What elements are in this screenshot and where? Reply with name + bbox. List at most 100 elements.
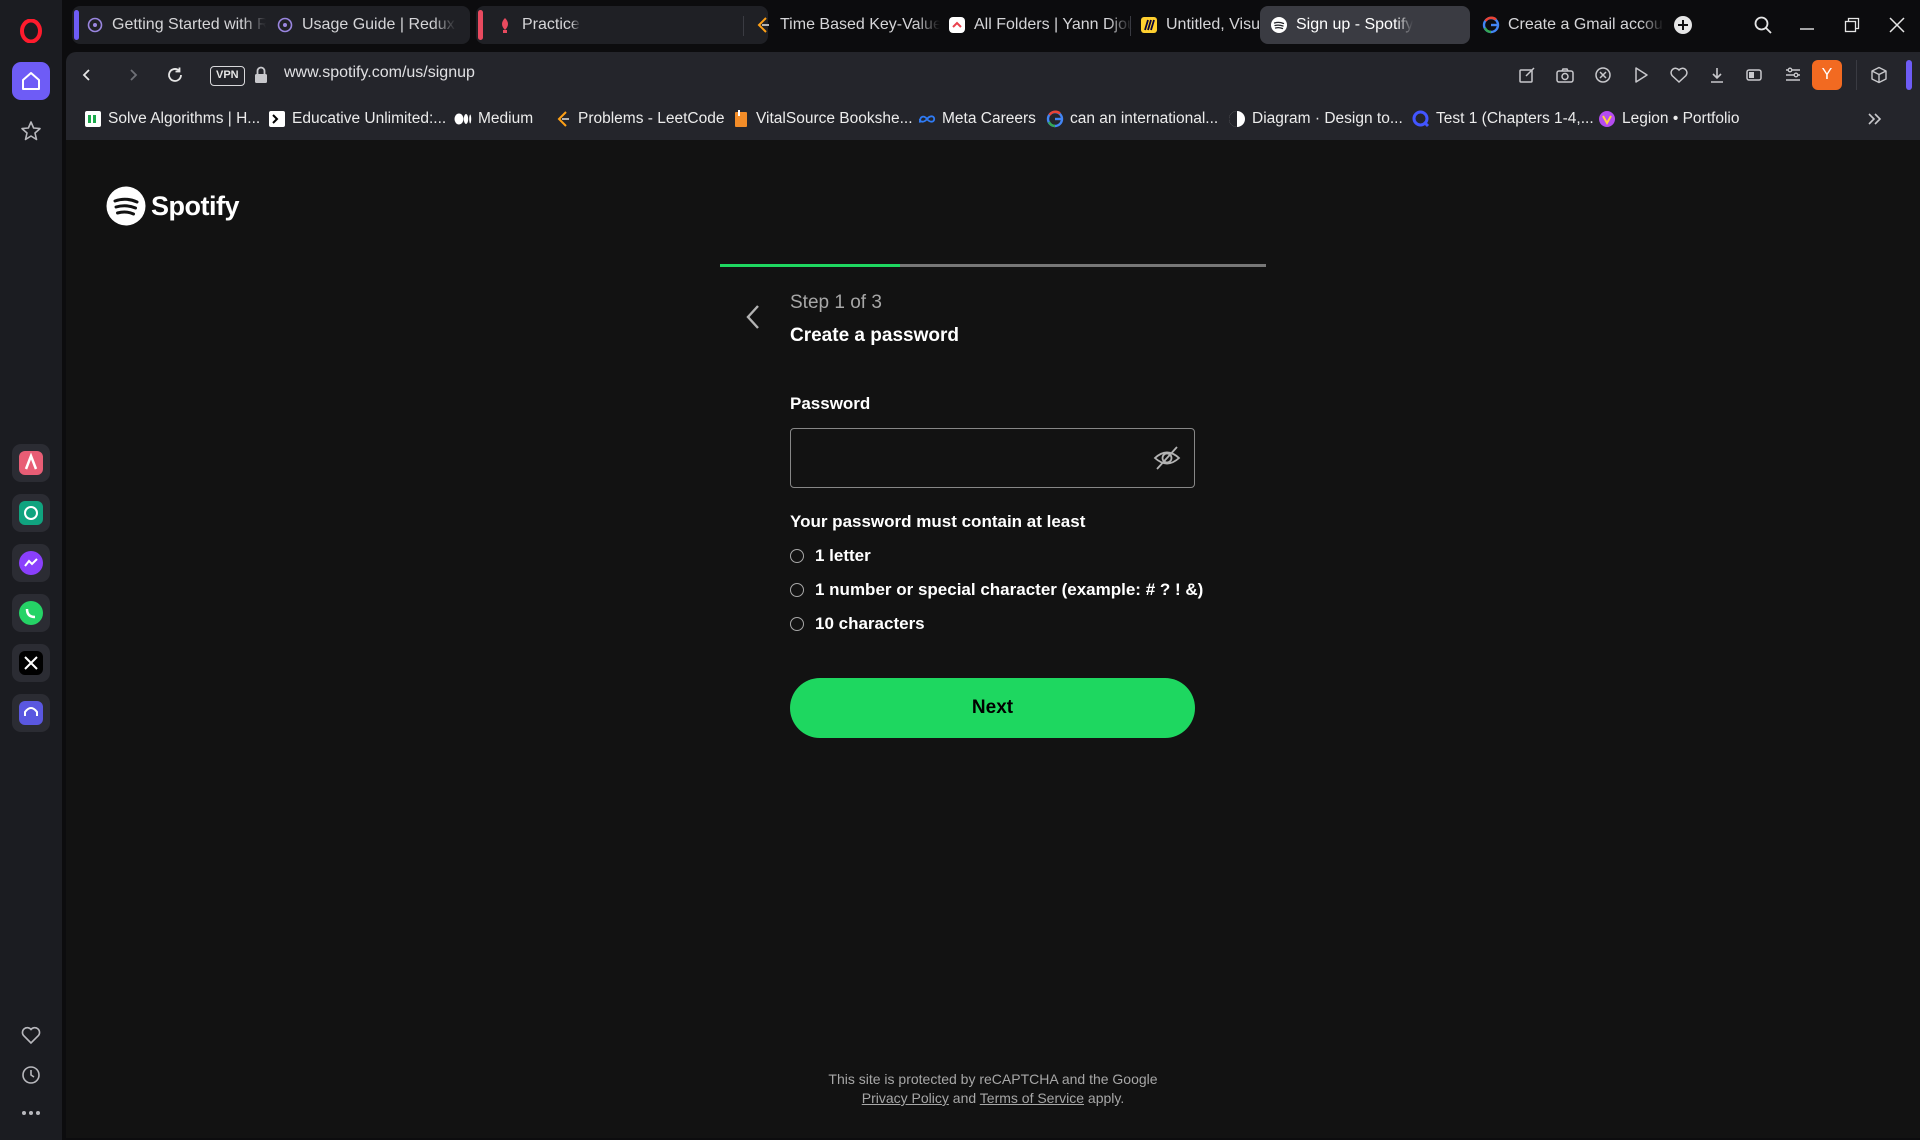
tab-title: Usage Guide | Redux To [302,16,456,33]
educative-icon [268,110,286,128]
requirement-item: 1 letter [790,546,871,566]
x-twitter-icon[interactable] [12,644,50,682]
leetcode-icon [554,110,572,128]
privacy-policy-link[interactable]: Privacy Policy [862,1090,949,1106]
tab-practice[interactable]: Practice [486,6,686,44]
close-window-button[interactable] [1882,10,1912,40]
bookmarks-bar: Solve Algorithms | H... Educative Unlimi… [66,98,1920,140]
adblock-icon[interactable] [1588,60,1618,90]
bookmark-label: Educative Unlimited:... [292,110,447,127]
step-indicator: Step 1 of 3 [790,292,882,313]
bookmark-item[interactable]: Diagram · Design to... [1228,108,1403,130]
footer-apply: apply. [1087,1090,1125,1106]
sidebar-toggle-handle[interactable] [1906,60,1912,90]
chatgpt-icon[interactable] [12,494,50,532]
google-icon [1482,16,1500,34]
tab-all-folders[interactable]: All Folders | Yann Djoum [938,6,1132,44]
pinboard-icon[interactable] [12,112,50,150]
tab-strip: Getting Started with Re Usage Guide | Re… [62,0,1920,49]
edit-page-icon[interactable] [1512,60,1542,90]
extensions-cube-icon[interactable] [1864,60,1894,90]
bookmark-label: Problems - LeetCode [578,110,725,127]
profile-avatar[interactable]: Y [1812,60,1842,90]
forward-button[interactable] [118,60,148,90]
restore-button[interactable] [1837,10,1867,40]
terms-of-service-link[interactable]: Terms of Service [980,1090,1084,1106]
bookmark-label: Medium [478,110,534,127]
bookmark-item[interactable]: Solve Algorithms | H... [84,108,260,130]
snapshot-camera-icon[interactable] [1550,60,1580,90]
home-icon[interactable] [12,62,50,100]
download-icon[interactable] [1702,60,1732,90]
bookmark-label: VitalSource Bookshe... [756,110,913,127]
back-step-button[interactable] [738,302,768,332]
history-icon[interactable] [12,1056,50,1094]
tab-create-gmail-account[interactable]: Create a Gmail account [1472,6,1664,44]
aria-icon[interactable] [12,444,50,482]
play-flow-icon[interactable] [1626,60,1656,90]
more-options-icon[interactable] [12,1094,50,1132]
quizlet-icon [1412,110,1430,128]
easy-setup-icon[interactable] [1778,60,1808,90]
lock-icon[interactable] [254,66,268,84]
tab-usage-guide-redux[interactable]: Usage Guide | Redux To [266,6,456,44]
bookmark-item[interactable]: Test 1 (Chapters 1-4,... [1412,108,1594,130]
search-tabs-icon[interactable] [1748,10,1778,40]
tab-title: Getting Started with Re [112,16,266,33]
requirement-status-icon [790,617,804,631]
bookmark-item[interactable]: Educative Unlimited:... [268,108,446,130]
opera-logo-icon[interactable] [12,12,50,50]
bookmark-item[interactable]: Problems - LeetCode [554,108,724,130]
bookmark-item[interactable]: can an international... [1046,108,1218,130]
recaptcha-text: This site is protected by reCAPTCHA and … [828,1071,1158,1087]
vpn-badge[interactable]: VPN [210,66,245,86]
step-title: Create a password [790,325,959,346]
favorite-heart-icon[interactable] [1664,60,1694,90]
tab-getting-started-redux[interactable]: Getting Started with Re [76,6,266,44]
bookmark-item[interactable]: Meta Careers [918,108,1036,130]
new-tab-button[interactable] [1668,10,1698,40]
spotify-logo[interactable]: Spotify [106,186,240,226]
tab-title: All Folders | Yann Djoum [974,16,1132,33]
heart-icon[interactable] [12,1016,50,1054]
tab-title: Time Based Key-Value S [780,16,940,33]
signup-progress-bar [720,264,1266,267]
bookmark-label: Solve Algorithms | H... [108,110,261,127]
reload-button[interactable] [160,60,190,90]
chevron-left-icon [746,305,759,329]
music-player-icon[interactable] [12,694,50,732]
whatsapp-icon[interactable] [12,594,50,632]
battery-saver-icon[interactable] [1740,60,1770,90]
password-field[interactable] [790,428,1195,488]
tab-title: Practice [522,16,580,33]
toolbar-divider [1856,60,1857,90]
tab-island-marker [478,10,483,40]
requirement-status-icon [790,549,804,563]
back-button[interactable] [72,60,102,90]
address-bar-row: VPN www.spotify.com/us/signup Y [66,52,1920,98]
url-field[interactable]: www.spotify.com/us/signup [284,64,475,82]
minimize-button[interactable] [1792,10,1822,40]
tab-sign-up-spotify[interactable]: Sign up - Spotify [1260,6,1470,44]
password-input[interactable] [805,429,1145,487]
bookmark-item[interactable]: Medium [454,108,533,130]
tab-time-based-key-value[interactable]: Time Based Key-Value S [744,6,940,44]
next-button[interactable]: Next [790,678,1195,738]
miro-icon [1140,16,1158,34]
toggle-password-visibility-button[interactable] [1152,443,1182,473]
leetcode-icon [754,16,772,34]
requirement-status-icon [790,583,804,597]
vitalsource-icon [732,110,750,128]
bookmark-label: Meta Careers [942,110,1036,127]
bookmark-label: Test 1 (Chapters 1-4,... [1436,110,1594,127]
legion-icon [1598,110,1616,128]
messenger-icon[interactable] [12,544,50,582]
bookmark-item[interactable]: VitalSource Bookshe... [732,108,913,130]
diagram-icon [1228,110,1246,128]
eye-off-icon [1153,446,1181,470]
bookmark-item[interactable]: Legion • Portfolio [1598,108,1739,130]
password-label: Password [790,394,871,413]
recaptcha-links: Privacy Policy and Terms of Service appl… [66,1089,1920,1108]
spotify-logo-icon [106,186,146,226]
bookmarks-overflow-icon[interactable] [1866,110,1884,128]
